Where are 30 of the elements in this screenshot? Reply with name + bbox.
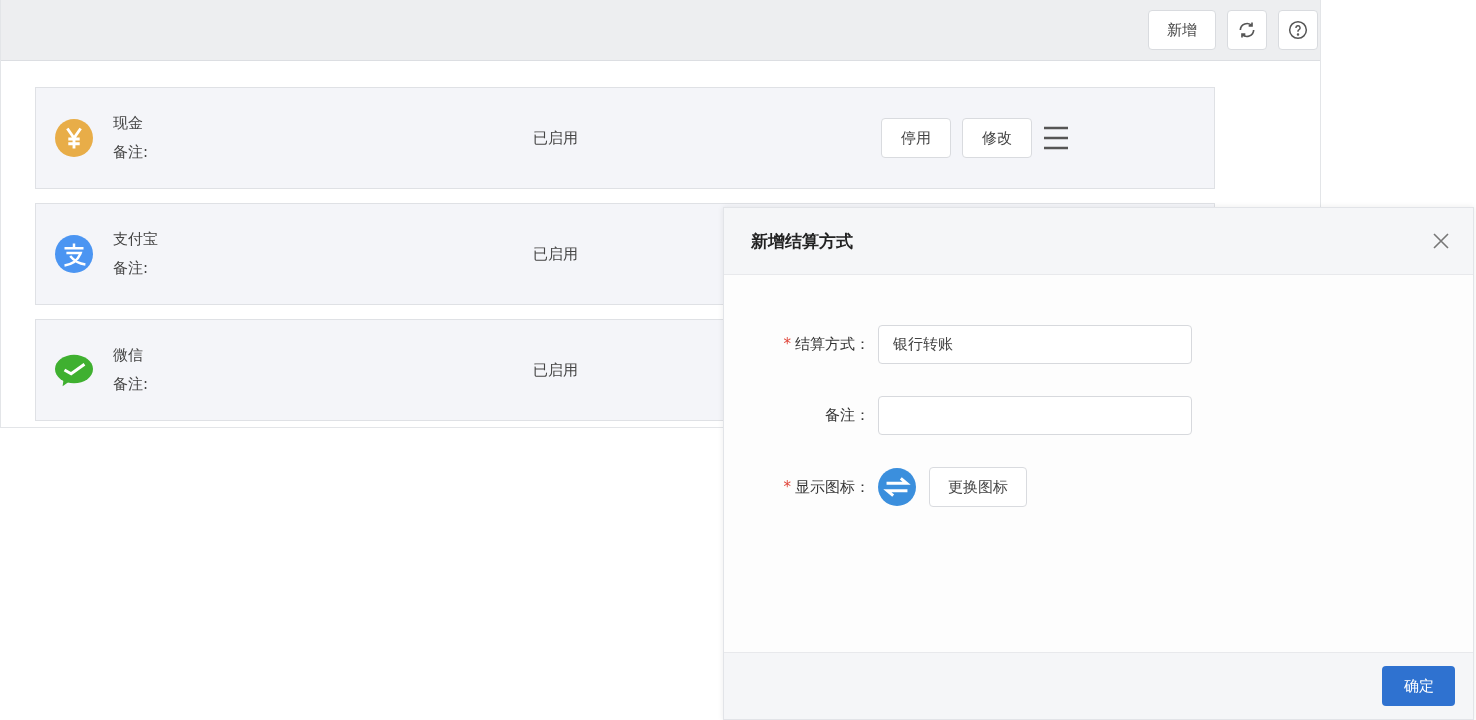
input-field[interactable]: 银行转账 [878, 325, 1192, 364]
status-text: 已启用 [533, 360, 579, 380]
refresh-icon [1237, 20, 1257, 40]
label-text: 显示图标： [795, 477, 870, 496]
close-icon[interactable] [1433, 233, 1449, 249]
action-button[interactable]: 停用 [881, 118, 951, 158]
menu-icon[interactable] [1043, 126, 1069, 150]
change-icon-button[interactable]: 更换图标 [929, 467, 1027, 507]
label-text: 备注： [825, 406, 870, 424]
method-name: 微信 [113, 346, 144, 365]
status-text: 已启用 [533, 128, 579, 148]
label-text: 结算方式： [795, 335, 870, 353]
add-button[interactable]: 新增 [1148, 10, 1216, 50]
remark-label: 备注: [113, 259, 150, 278]
remark-label: 备注: [113, 143, 150, 162]
required-mark: * [783, 477, 791, 496]
confirm-button[interactable]: 确定 [1382, 666, 1455, 706]
help-icon [1288, 20, 1308, 40]
swap-arrows-icon [878, 468, 916, 506]
yen-coin-icon [55, 119, 93, 157]
required-mark: * [783, 335, 791, 353]
help-button[interactable] [1278, 10, 1318, 50]
method-name: 支付宝 [113, 230, 159, 249]
status-text: 已启用 [533, 244, 579, 264]
remark-label: 备注: [113, 375, 150, 394]
input-field[interactable] [878, 396, 1192, 435]
dialog-title: 新增结算方式 [751, 229, 853, 253]
method-name: 现金 [113, 114, 144, 133]
refresh-button[interactable] [1227, 10, 1267, 50]
action-button[interactable]: 修改 [962, 118, 1032, 158]
